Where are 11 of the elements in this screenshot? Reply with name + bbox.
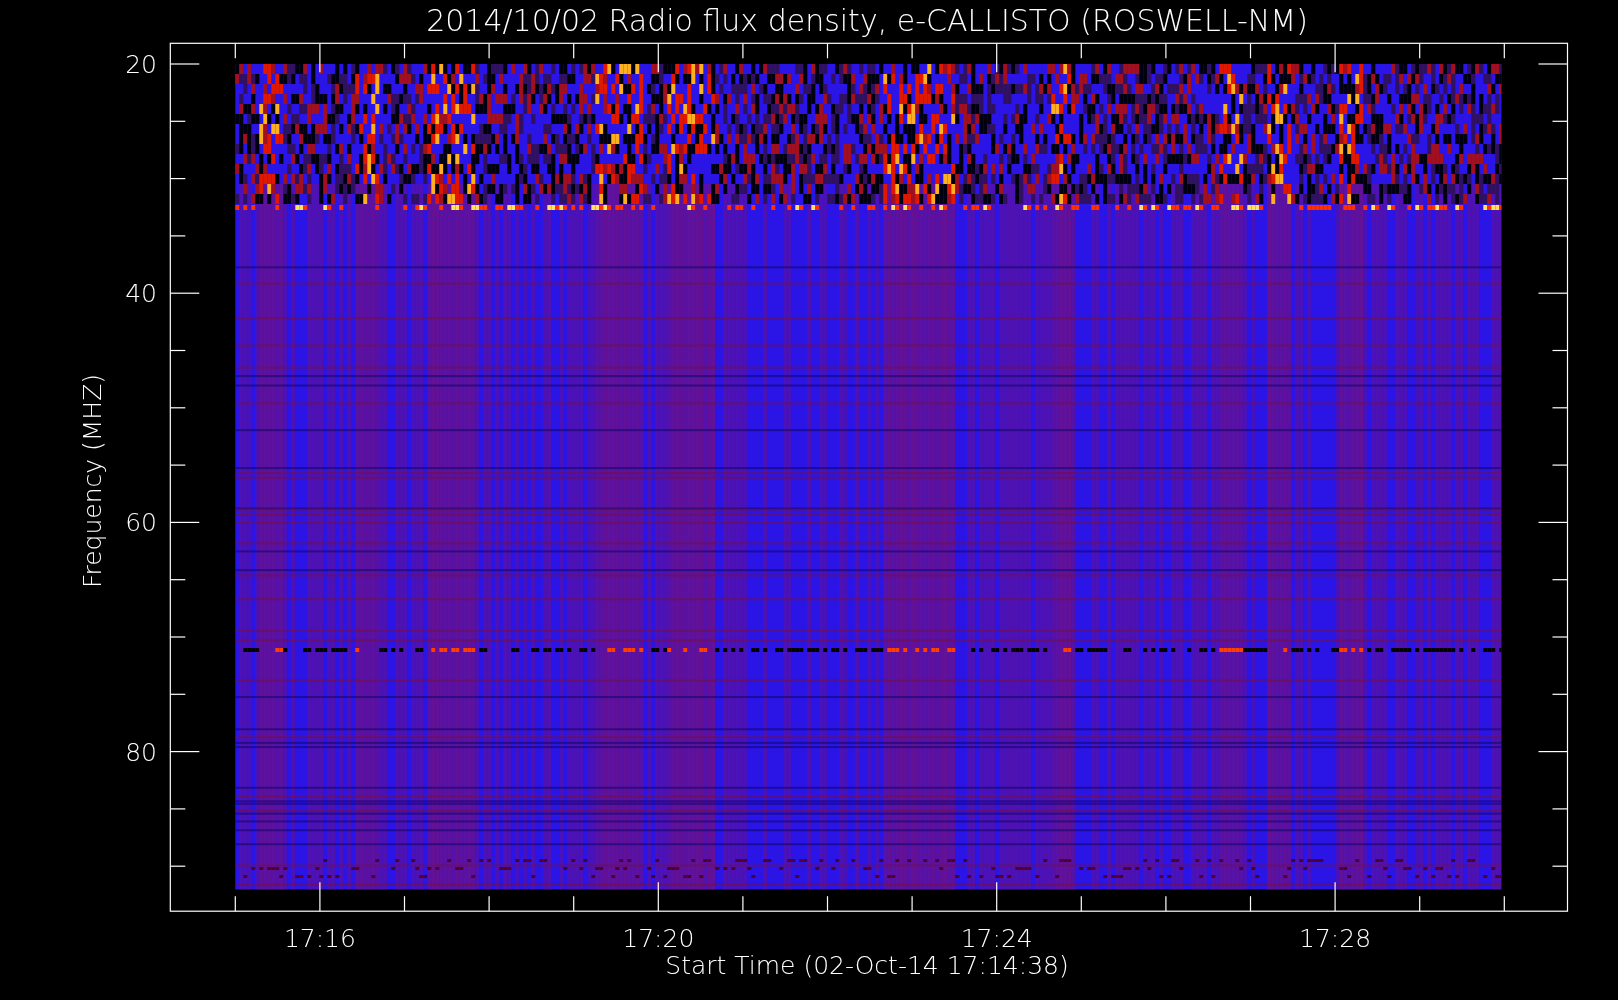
y-tick-label: 40 — [125, 279, 157, 309]
x-tick-label: 17:24 — [960, 924, 1033, 953]
y-axis-label: Frequency (MHZ) — [78, 373, 107, 589]
y-tick-label: 60 — [125, 508, 157, 538]
x-tick-label: 17:28 — [1299, 924, 1372, 953]
y-tick-label: 80 — [125, 737, 157, 767]
y-tick-label: 20 — [125, 50, 157, 79]
x-axis-label: Start Time (02-Oct-14 17:14:38) — [665, 951, 1069, 980]
chart-title: 2014/10/02 Radio flux density, e-CALLISTO (ROSWELL-NM) — [426, 3, 1308, 38]
x-tick-label: 17:16 — [283, 924, 356, 953]
x-tick-label: 17:20 — [622, 924, 695, 953]
